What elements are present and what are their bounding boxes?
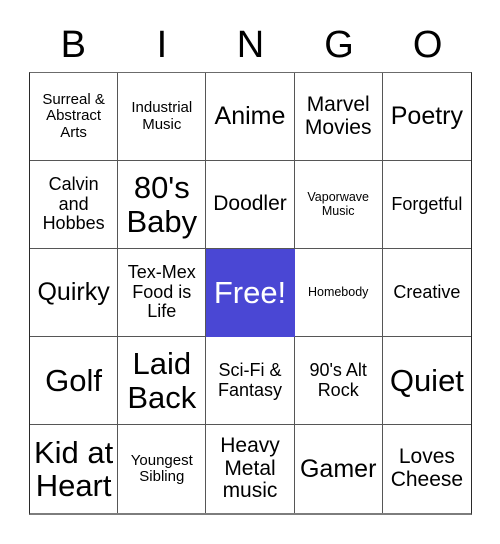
bingo-cell[interactable]: Creative [382,249,471,337]
bingo-header-letter-b: B [60,24,86,66]
bingo-cell[interactable]: Anime [206,73,295,161]
bingo-cell[interactable]: Golf [30,337,119,425]
bingo-cell-label: Youngest Sibling [130,451,193,485]
bingo-cell-free-space[interactable]: Free! [206,249,295,337]
bingo-cell[interactable]: Sci-Fi & Fantasy [206,337,295,425]
bingo-card: B I N G O Surreal & Abstract Arts Indust… [0,0,500,544]
bingo-cell-label: Laid Back [127,346,197,415]
bingo-cell[interactable]: Quiet [382,337,471,425]
bingo-cell-label: Creative [393,281,461,302]
bingo-cell[interactable]: Poetry [382,73,471,161]
bingo-cell-label: Golf [45,362,103,398]
bingo-cell[interactable]: Heavy Metal music [206,425,295,513]
bingo-cell-label: Calvin and Hobbes [42,174,105,234]
bingo-grid: Surreal & Abstract Arts Industrial Music… [29,72,472,515]
bingo-cell[interactable]: Gamer [294,425,383,513]
bingo-cell-label: Poetry [390,102,464,130]
bingo-cell[interactable]: Homebody [294,249,383,337]
bingo-cell[interactable]: Kid at Heart [30,425,119,513]
bingo-cell[interactable]: 80's Baby [118,161,207,249]
bingo-header-row: B I N G O [29,18,472,72]
bingo-cell-label: 80's Baby [126,170,198,239]
bingo-cell-label: Sci-Fi & Fantasy [217,360,282,400]
bingo-cell-label: Marvel Movies [304,92,372,139]
bingo-cell-label: Gamer [299,454,377,483]
bingo-cell[interactable]: Doodler [206,161,295,249]
bingo-cell[interactable]: Marvel Movies [294,73,383,161]
bingo-cell-label: Loves Cheese [390,445,464,491]
bingo-header-letter-g: G [324,24,354,66]
bingo-cell-label: Forgetful [391,193,463,214]
bingo-cell-label: Quiet [389,362,464,398]
bingo-cell[interactable]: Tex-Mex Food is Life [118,249,207,337]
bingo-cell[interactable]: Quirky [30,249,119,337]
bingo-cell-label: Industrial Music [131,99,193,133]
bingo-cell-label: Tex-Mex Food is Life [127,262,196,322]
bingo-cell[interactable]: Youngest Sibling [118,425,207,513]
bingo-cell[interactable]: Industrial Music [118,73,207,161]
bingo-cell-label: Quirky [37,278,110,306]
bingo-cell[interactable]: 90's Alt Rock [294,337,383,425]
bingo-cell[interactable]: Surreal & Abstract Arts [30,73,119,161]
bingo-cell[interactable]: Vaporwave Music [294,161,383,249]
bingo-header-letter-i: I [156,24,168,66]
bingo-cell[interactable]: Forgetful [382,161,471,249]
bingo-cell-label: Kid at Heart [33,434,114,503]
bingo-cell-label: Surreal & Abstract Arts [42,91,105,141]
bingo-cell-label: 90's Alt Rock [309,360,367,400]
bingo-cell[interactable]: Loves Cheese [382,425,471,513]
bingo-header-letter-n: N [236,24,265,66]
bingo-cell-label: Vaporwave Music [307,190,369,218]
bingo-cell-label: Doodler [213,192,287,216]
bingo-cell[interactable]: Laid Back [118,337,207,425]
bingo-cell[interactable]: Calvin and Hobbes [30,161,119,249]
bingo-free-space-label: Free! [213,274,287,310]
bingo-header-letter-o: O [412,24,443,66]
bingo-cell-label: Heavy Metal music [220,433,280,503]
bingo-cell-label: Anime [214,102,286,130]
bingo-cell-label: Homebody [307,284,369,299]
